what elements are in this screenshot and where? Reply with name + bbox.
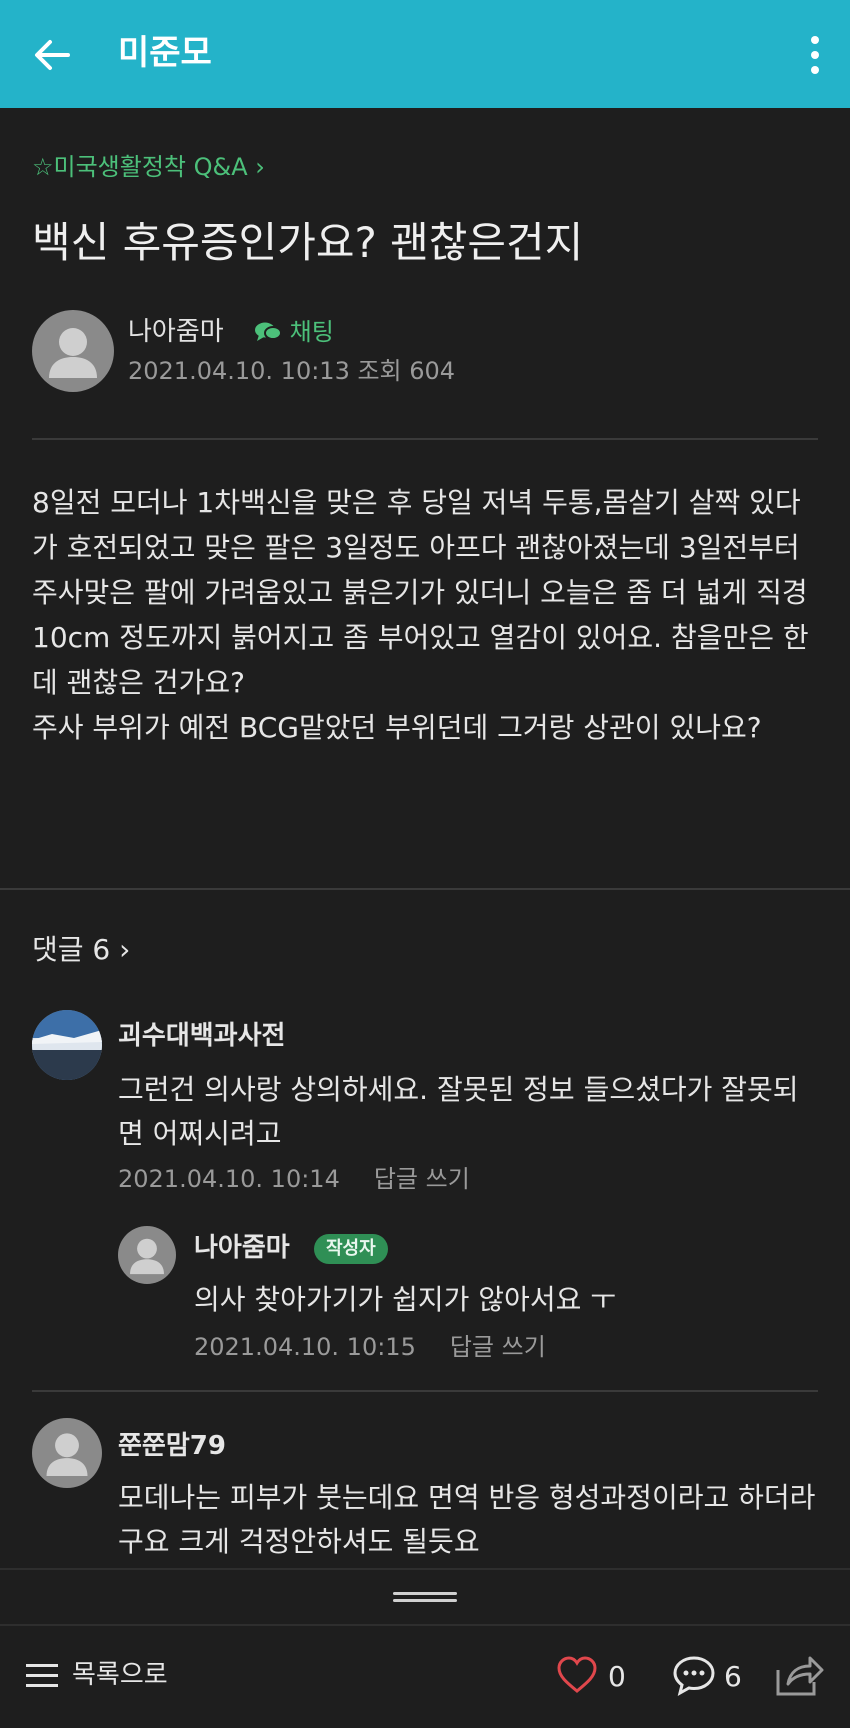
comment-bubble-icon[interactable]: [672, 1654, 716, 1696]
reply-button[interactable]: 답글 쓰기: [450, 1333, 546, 1361]
comment-date: 2021.04.10. 10:15: [194, 1333, 416, 1361]
list-menu-icon[interactable]: [26, 1660, 58, 1692]
heart-icon[interactable]: [556, 1654, 598, 1696]
commenter-avatar[interactable]: [118, 1226, 176, 1284]
share-icon[interactable]: [774, 1652, 824, 1698]
comment-item: 괴수대백과사전 그런건 의사랑 상의하세요. 잘못된 정보 들으셨다가 잘못되면…: [32, 1010, 822, 1250]
landscape-photo-icon: [32, 1010, 102, 1080]
post-content: ☆미국생활정착 Q&A › 백신 후유증인가요? 괜찮은건지 나아줌마 채팅 2…: [0, 108, 850, 1568]
comment-text: 모데나는 피부가 붓는데요 면역 반응 형성과정이라고 하더라구요 크게 걱정안…: [118, 1481, 816, 1558]
author-row: 나아줌마 채팅 2021.04.10. 10:13 조회 604: [32, 310, 818, 394]
board-breadcrumb[interactable]: ☆미국생활정착 Q&A ›: [32, 150, 265, 184]
reply-item: 나아줌마 작성자 의사 찾아가기가 쉽지가 않아서요 ㅜ 2021.04.10.…: [118, 1226, 818, 1361]
author-badge: 작성자: [314, 1234, 388, 1264]
person-silhouette-icon: [130, 1238, 164, 1275]
chat-button[interactable]: 채팅: [254, 314, 334, 350]
like-count: 0: [608, 1660, 626, 1693]
author-name[interactable]: 나아줌마: [128, 314, 224, 350]
divider: [32, 1390, 818, 1392]
commenter-avatar[interactable]: [32, 1418, 102, 1488]
reply-button[interactable]: 답글 쓰기: [374, 1165, 470, 1193]
post-meta: 2021.04.10. 10:13 조회 604: [128, 357, 456, 385]
bottom-sheet-handle-bar: [0, 1568, 850, 1624]
comment-meta: 2021.04.10. 10:14 답글 쓰기: [118, 1162, 470, 1196]
app-title: 미준모: [118, 33, 212, 73]
more-vertical-icon[interactable]: [800, 32, 830, 78]
person-silhouette-icon: [46, 1433, 88, 1477]
post-title: 백신 후유증인가요? 괜찮은건지: [32, 218, 584, 267]
commenter-avatar[interactable]: [32, 1010, 102, 1080]
comment-date: 2021.04.10. 10:14: [118, 1165, 340, 1193]
person-silhouette-icon: [49, 328, 97, 378]
chat-label: 채팅: [289, 318, 334, 346]
comment-text: 그런건 의사랑 상의하세요. 잘못된 정보 들으셨다가 잘못되면 어쩌시려고: [118, 1073, 799, 1150]
back-to-list-button[interactable]: 목록으로: [72, 1656, 168, 1694]
divider: [0, 888, 850, 890]
commenter-name[interactable]: 괴수대백과사전: [118, 1018, 285, 1054]
app-bar: 미준모: [0, 0, 850, 108]
comment-meta: 2021.04.10. 10:15 답글 쓰기: [194, 1330, 546, 1364]
bottom-action-bar: 목록으로 0 6: [0, 1624, 850, 1728]
commenter-name[interactable]: 나아줌마: [194, 1230, 290, 1266]
commenter-name[interactable]: 쭌쭌맘79: [118, 1428, 226, 1464]
comments-header[interactable]: 댓글 6 ›: [32, 930, 130, 970]
author-avatar[interactable]: [32, 310, 114, 392]
chat-bubbles-icon: [255, 322, 282, 341]
arrow-left-icon[interactable]: [28, 30, 78, 80]
drag-handle-icon[interactable]: [393, 1592, 457, 1602]
comment-count: 6: [724, 1660, 742, 1693]
comment-item: 쭌쭌맘79 모데나는 피부가 붓는데요 면역 반응 형성과정이라고 하더라구요 …: [32, 1418, 822, 1568]
comment-text: 의사 찾아가기가 쉽지가 않아서요 ㅜ: [194, 1283, 617, 1316]
post-body: 8일전 모더나 1차백신을 맞은 후 당일 저녁 두통,몸살기 살짝 있다가 호…: [32, 486, 809, 744]
divider: [32, 438, 818, 440]
